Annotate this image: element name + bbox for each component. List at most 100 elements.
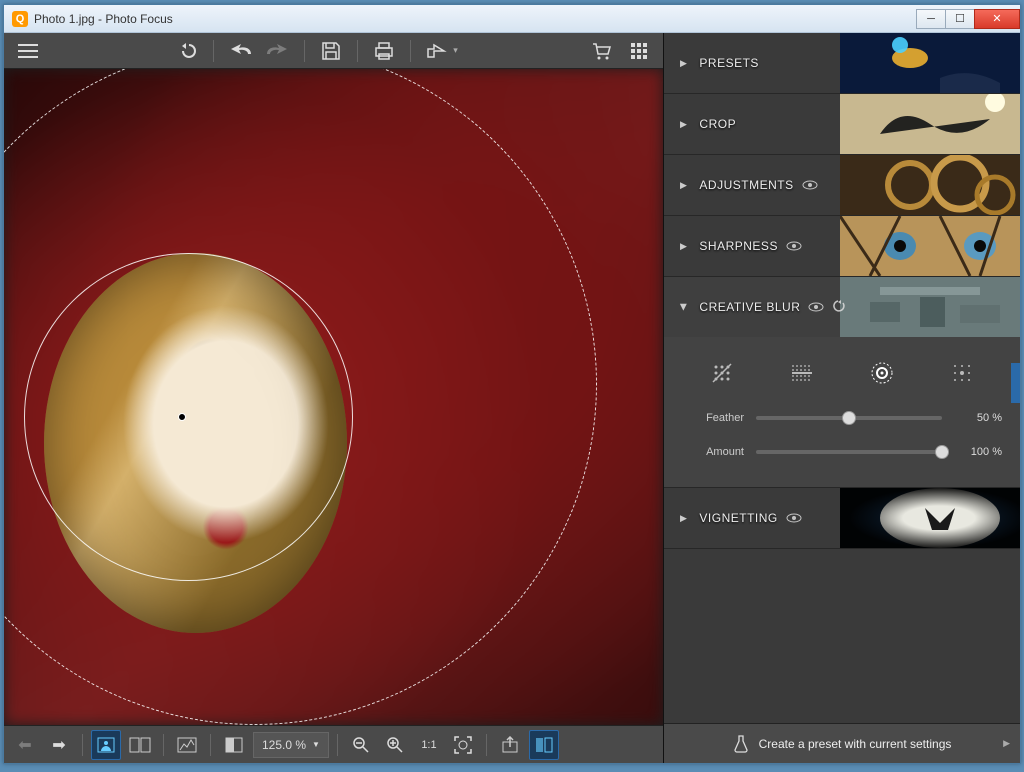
print-icon bbox=[374, 42, 394, 60]
panel-thumb-creative-blur bbox=[840, 277, 1020, 337]
panel-adjustments: ▶ ADJUSTMENTS bbox=[664, 155, 1020, 216]
window-title: Photo 1.jpg - Photo Focus bbox=[34, 12, 173, 26]
maximize-button[interactable]: ☐ bbox=[945, 9, 975, 29]
panel-thumb-adjustments bbox=[840, 155, 1020, 215]
side-expand-tab[interactable] bbox=[1011, 363, 1020, 403]
visibility-toggle-icon[interactable] bbox=[786, 513, 802, 523]
app-body: ▾ ⬅ ➡ bbox=[4, 33, 1020, 763]
panel-label: SHARPNESS bbox=[699, 239, 778, 253]
panel-thumb-vignetting bbox=[840, 488, 1020, 548]
slider-track-amount[interactable] bbox=[756, 450, 942, 454]
panel-label: CREATIVE BLUR bbox=[699, 300, 800, 314]
panel-crop: ▶ CROP bbox=[664, 94, 1020, 155]
panel-presets: ▶ PRESETS bbox=[664, 33, 1020, 94]
blur-mode-grid[interactable] bbox=[942, 357, 982, 389]
blur-inner-circle[interactable] bbox=[24, 253, 354, 581]
grid-view-button[interactable] bbox=[623, 36, 655, 66]
panel-body-creative-blur: Feather 50 % Amount 100 % bbox=[664, 337, 1020, 487]
titlebar: Q Photo 1.jpg - Photo Focus ─ ☐ ✕ bbox=[4, 5, 1020, 33]
preset-flask-icon bbox=[733, 735, 749, 753]
zoom-actual-button[interactable]: 1:1 bbox=[414, 730, 444, 760]
hamburger-icon bbox=[18, 44, 38, 58]
visibility-toggle-icon[interactable] bbox=[802, 180, 818, 190]
slider-value: 50 % bbox=[954, 412, 1002, 424]
app-window: Q Photo 1.jpg - Photo Focus ─ ☐ ✕ bbox=[3, 4, 1021, 764]
blur-mode-linear[interactable] bbox=[782, 357, 822, 389]
redo-button[interactable] bbox=[262, 36, 294, 66]
undo-icon bbox=[229, 44, 251, 58]
chevron-right-icon: ▶ bbox=[680, 513, 687, 524]
panel-thumb-sharpness bbox=[840, 216, 1020, 276]
slider-amount: Amount 100 % bbox=[682, 435, 1002, 469]
panel-header-presets[interactable]: ▶ PRESETS bbox=[664, 33, 1020, 93]
view-single-button[interactable] bbox=[91, 730, 121, 760]
reset-icon[interactable] bbox=[832, 300, 846, 314]
slider-track-feather[interactable] bbox=[756, 416, 942, 420]
slider-knob[interactable] bbox=[842, 411, 856, 425]
visibility-toggle-icon[interactable] bbox=[808, 302, 824, 312]
panel-sharpness: ▶ SHARPNESS bbox=[664, 216, 1020, 277]
panel-creative-blur: ▶ CREATIVE BLUR bbox=[664, 277, 1020, 488]
panel-thumb-crop bbox=[840, 94, 1020, 154]
split-icon bbox=[129, 737, 151, 753]
nav-prev-button[interactable]: ⬅ bbox=[10, 730, 40, 760]
zoom-fit-button[interactable] bbox=[448, 730, 478, 760]
panel-thumb-presets bbox=[840, 33, 1020, 93]
panel-vignetting: ▶ VIGNETTING bbox=[664, 488, 1020, 549]
side-panel: ▶ PRESETS ▶ CROP ▶ bbox=[664, 33, 1020, 763]
panel-header-adjustments[interactable]: ▶ ADJUSTMENTS bbox=[664, 155, 1020, 215]
zoom-fit-icon bbox=[454, 736, 472, 754]
top-toolbar: ▾ bbox=[4, 33, 663, 69]
visibility-toggle-icon[interactable] bbox=[786, 241, 802, 251]
save-icon bbox=[322, 42, 340, 60]
panel-header-crop[interactable]: ▶ CROP bbox=[664, 94, 1020, 154]
slider-value: 100 % bbox=[954, 446, 1002, 458]
print-button[interactable] bbox=[368, 36, 400, 66]
export-button[interactable] bbox=[495, 730, 525, 760]
zoom-out-button[interactable] bbox=[346, 730, 376, 760]
view-split-button[interactable] bbox=[125, 730, 155, 760]
panel-header-vignetting[interactable]: ▶ VIGNETTING bbox=[664, 488, 1020, 548]
background-toggle[interactable] bbox=[219, 730, 249, 760]
slider-knob[interactable] bbox=[935, 445, 949, 459]
chevron-right-icon: ▶ bbox=[680, 58, 687, 69]
bg-icon bbox=[225, 737, 243, 753]
chevron-down-icon: ▶ bbox=[678, 303, 689, 310]
blur-mode-row bbox=[682, 351, 1002, 395]
chevron-right-icon: ▶ bbox=[680, 241, 687, 252]
main-column: ▾ ⬅ ➡ bbox=[4, 33, 664, 763]
menu-button[interactable] bbox=[12, 36, 44, 66]
chevron-right-icon: ▶ bbox=[1003, 738, 1010, 749]
portrait-icon bbox=[97, 737, 115, 753]
zoom-display[interactable]: 125.0 %▼ bbox=[253, 732, 329, 758]
close-button[interactable]: ✕ bbox=[974, 9, 1020, 29]
create-preset-label: Create a preset with current settings bbox=[759, 737, 952, 751]
redo-icon bbox=[267, 44, 289, 58]
blur-mode-radial[interactable] bbox=[862, 357, 902, 389]
share-icon bbox=[426, 43, 448, 59]
share-button[interactable] bbox=[421, 36, 453, 66]
panel-header-creative-blur[interactable]: ▶ CREATIVE BLUR bbox=[664, 277, 1020, 337]
histogram-button[interactable] bbox=[172, 730, 202, 760]
bottom-toolbar: ⬅ ➡ 125.0 %▼ bbox=[4, 725, 663, 763]
cart-button[interactable] bbox=[585, 36, 617, 66]
compare-button[interactable] bbox=[529, 730, 559, 760]
save-button[interactable] bbox=[315, 36, 347, 66]
blur-mode-none[interactable] bbox=[702, 357, 742, 389]
window-buttons: ─ ☐ ✕ bbox=[917, 9, 1020, 29]
zoom-in-button[interactable] bbox=[380, 730, 410, 760]
undo-button[interactable] bbox=[224, 36, 256, 66]
undo-all-button[interactable] bbox=[171, 36, 203, 66]
panel-label: VIGNETTING bbox=[699, 511, 777, 525]
nav-next-button[interactable]: ➡ bbox=[44, 730, 74, 760]
blur-center-handle[interactable] bbox=[178, 413, 186, 421]
minimize-button[interactable]: ─ bbox=[916, 9, 946, 29]
cart-icon bbox=[591, 42, 611, 60]
chevron-right-icon: ▶ bbox=[680, 180, 687, 191]
canvas[interactable] bbox=[4, 69, 663, 725]
undo-all-icon bbox=[177, 43, 197, 59]
zoom-in-icon bbox=[386, 736, 404, 754]
panel-header-sharpness[interactable]: ▶ SHARPNESS bbox=[664, 216, 1020, 276]
side-footer[interactable]: Create a preset with current settings ▶ bbox=[664, 723, 1020, 763]
panel-label: ADJUSTMENTS bbox=[699, 178, 793, 192]
